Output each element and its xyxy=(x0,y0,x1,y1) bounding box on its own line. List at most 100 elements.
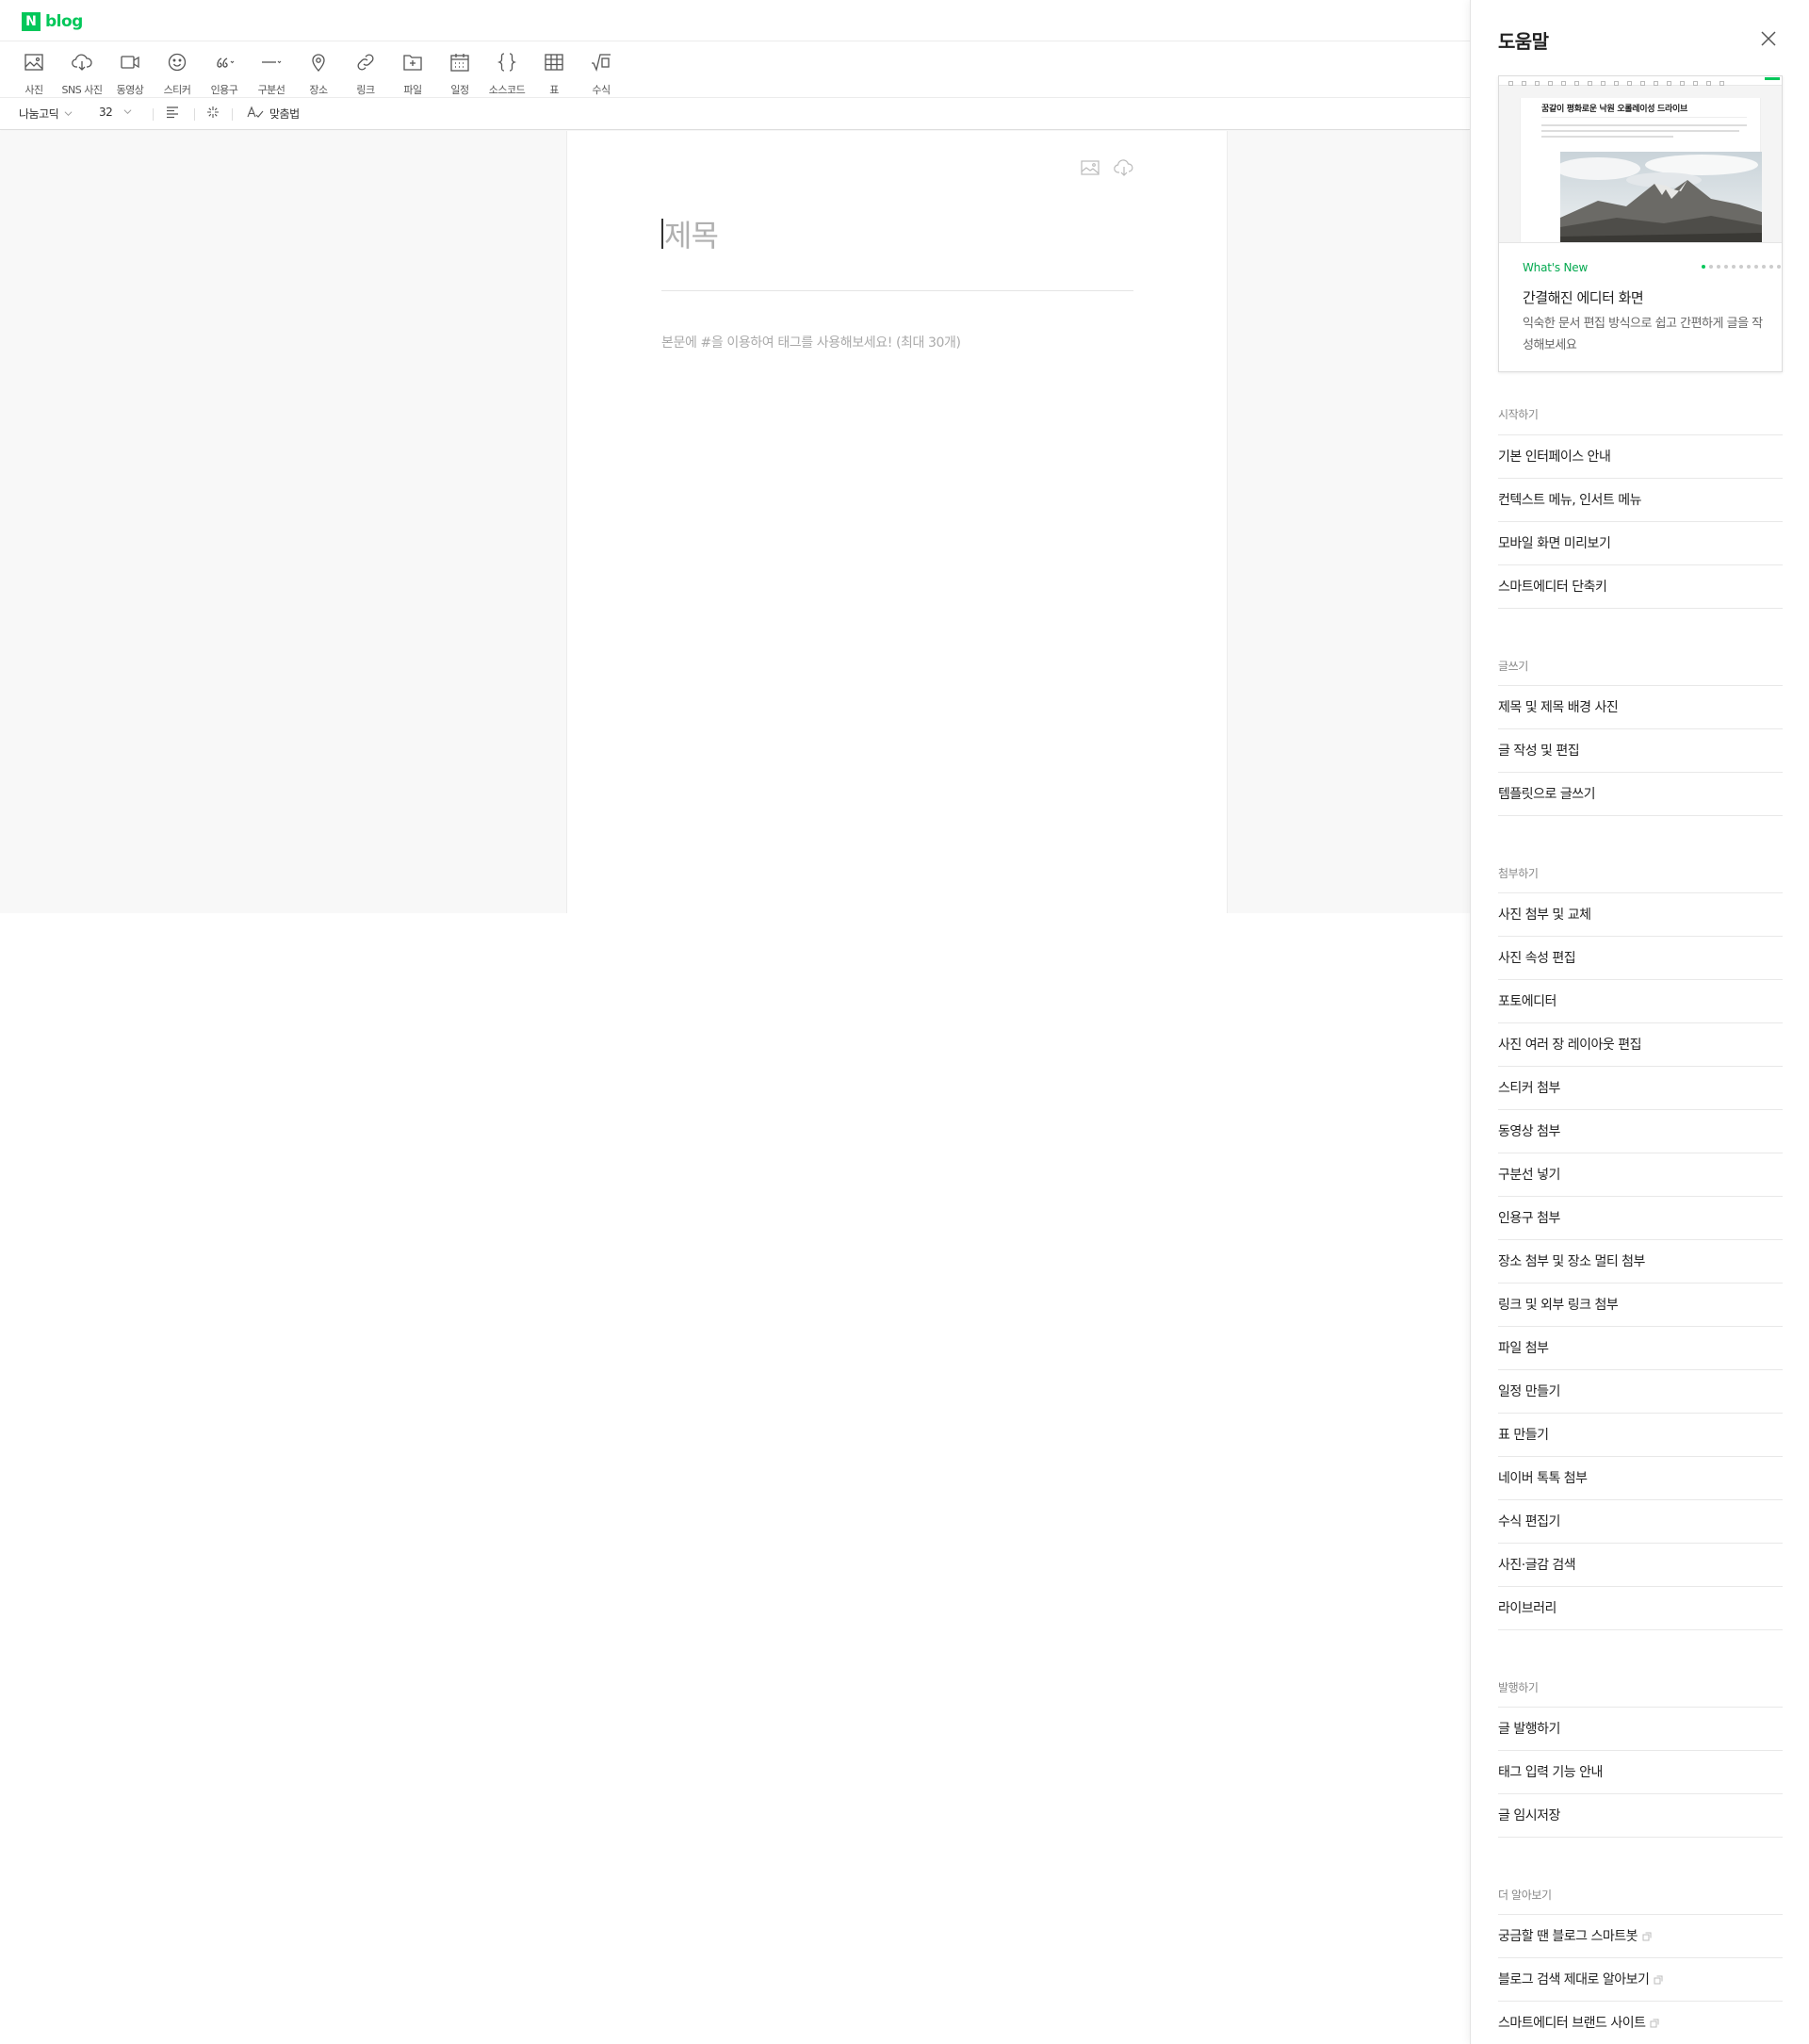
carousel-dot[interactable] xyxy=(1747,265,1751,269)
help-link-label: 링크 및 외부 링크 첨부 xyxy=(1498,1298,1619,1313)
help-link-label: 궁금할 땐 블로그 스마트봇 xyxy=(1498,1929,1638,1944)
help-link[interactable]: 글 임시저장 xyxy=(1498,1794,1783,1838)
toolbar-quote-button[interactable]: 인용구 xyxy=(201,51,248,97)
help-link[interactable]: 스티커 첨부 xyxy=(1498,1067,1783,1110)
title-tools xyxy=(1080,158,1134,181)
cloud-upload-icon[interactable] xyxy=(1114,158,1134,181)
toolbar-sourcecode-button[interactable]: 소스코드 xyxy=(483,51,530,97)
toolbar-label: 표 xyxy=(549,84,559,96)
close-icon[interactable] xyxy=(1758,28,1779,49)
title-input[interactable]: 제목 xyxy=(661,210,1133,291)
help-link[interactable]: 블로그 검색 제대로 알아보기 xyxy=(1498,1958,1783,2002)
help-link[interactable]: 포토에디터 xyxy=(1498,980,1783,1023)
carousel-dot[interactable] xyxy=(1739,265,1743,269)
help-link[interactable]: 컨텍스트 메뉴, 인서트 메뉴 xyxy=(1498,479,1783,522)
carousel-dot[interactable] xyxy=(1709,265,1713,269)
toolbar-label: 사진 xyxy=(24,84,43,96)
help-link[interactable]: 기본 인터페이스 안내 xyxy=(1498,435,1783,479)
preview-tool-icons xyxy=(1508,81,1744,94)
toolbar-photo-button[interactable]: 사진 xyxy=(10,51,57,97)
help-link[interactable]: 스마트에디터 단축키 xyxy=(1498,565,1783,609)
toolbar-sns-photo-button[interactable]: SNS 사진 xyxy=(58,51,106,97)
body-placeholder[interactable]: 본문에 #을 이용하여 태그를 사용해보세요! (최대 30개) xyxy=(661,333,961,352)
format-toolbar: 나눔고딕 32 맞춤법 xyxy=(0,98,1470,130)
help-link[interactable]: 사진 첨부 및 교체 xyxy=(1498,893,1783,937)
chevron-down-icon xyxy=(64,107,73,121)
help-link[interactable]: 파일 첨부 xyxy=(1498,1327,1783,1370)
help-link-label: 수식 편집기 xyxy=(1498,1514,1560,1529)
external-link-icon xyxy=(1654,1959,1663,1985)
help-link[interactable]: 네이버 톡톡 첨부 xyxy=(1498,1457,1783,1500)
help-link-label: 구분선 넣기 xyxy=(1498,1168,1560,1183)
help-link-label: 글 발행하기 xyxy=(1498,1722,1560,1737)
carousel-dot[interactable] xyxy=(1724,265,1728,269)
toolbar-schedule-button[interactable]: 일정 xyxy=(436,51,483,97)
folder-plus-icon xyxy=(401,51,424,77)
carousel-dot[interactable] xyxy=(1769,265,1773,269)
help-link[interactable]: 일정 만들기 xyxy=(1498,1370,1783,1414)
toolbar-label: 스티커 xyxy=(163,84,191,96)
help-link[interactable]: 동영상 첨부 xyxy=(1498,1110,1783,1153)
carousel-dot[interactable] xyxy=(1762,265,1766,269)
font-size-select[interactable]: 32 xyxy=(99,106,132,119)
help-link[interactable]: 라이브러리 xyxy=(1498,1587,1783,1630)
spellcheck-button[interactable]: 맞춤법 xyxy=(247,106,300,122)
toolbar-place-button[interactable]: 장소 xyxy=(295,51,342,97)
help-link-label: 네이버 톡톡 첨부 xyxy=(1498,1471,1588,1486)
toolbar-link-button[interactable]: 링크 xyxy=(342,51,389,97)
help-link[interactable]: 사진 속성 편집 xyxy=(1498,937,1783,980)
blog-logo[interactable]: N blog xyxy=(22,12,83,31)
carousel-dot[interactable] xyxy=(1717,265,1720,269)
toolbar-video-button[interactable]: 동영상 xyxy=(106,51,154,97)
help-link[interactable]: 궁금할 땐 블로그 스마트봇 xyxy=(1498,1915,1783,1958)
help-link[interactable]: 태그 입력 기능 안내 xyxy=(1498,1751,1783,1794)
help-link[interactable]: 사진 여러 장 레이아웃 편집 xyxy=(1498,1023,1783,1067)
help-link[interactable]: 스마트에디터 브랜드 사이트 xyxy=(1498,2002,1783,2044)
help-link[interactable]: 구분선 넣기 xyxy=(1498,1153,1783,1197)
carousel-dot[interactable] xyxy=(1702,265,1705,269)
help-link[interactable]: 수식 편집기 xyxy=(1498,1500,1783,1544)
preview-page: 꿈같이 평화로운 낙원 오롤레이성 드라이브 xyxy=(1520,98,1762,242)
carousel-dot[interactable] xyxy=(1732,265,1736,269)
divider xyxy=(232,108,233,121)
help-link-label: 장소 첨부 및 장소 멀티 첨부 xyxy=(1498,1254,1645,1269)
help-link-label: 모바일 화면 미리보기 xyxy=(1498,536,1611,551)
spellcheck-icon xyxy=(247,106,264,122)
toolbar-label: 인용구 xyxy=(210,84,238,96)
help-link[interactable]: 글 발행하기 xyxy=(1498,1708,1783,1751)
text-caret xyxy=(661,219,663,249)
help-link-label: 제목 및 제목 배경 사진 xyxy=(1498,700,1619,715)
whats-new-card[interactable]: 꿈같이 평화로운 낙원 오롤레이성 드라이브 What's New 간결해진 에… xyxy=(1498,75,1783,372)
help-link-label: 컨텍스트 메뉴, 인서트 메뉴 xyxy=(1498,493,1641,508)
carousel-indicator[interactable] xyxy=(1702,265,1781,269)
help-link[interactable]: 사진·글감 검색 xyxy=(1498,1544,1783,1587)
toolbar-sticker-button[interactable]: 스티커 xyxy=(154,51,201,97)
help-link[interactable]: 모바일 화면 미리보기 xyxy=(1498,522,1783,565)
help-link[interactable]: 링크 및 외부 링크 첨부 xyxy=(1498,1284,1783,1327)
toolbar-divider-button[interactable]: 구분선 xyxy=(248,51,295,97)
title-bg-image-icon[interactable] xyxy=(1080,158,1100,181)
preview-accent xyxy=(1765,77,1780,80)
whats-new-description: 익숙한 문서 편집 방식으로 쉽고 간편하게 글을 작성해보세요 xyxy=(1523,317,1763,352)
help-link[interactable]: 글 작성 및 편집 xyxy=(1498,729,1783,773)
special-char-button[interactable] xyxy=(206,106,220,122)
align-button[interactable] xyxy=(166,106,179,122)
toolbar-formula-button[interactable]: 수식 xyxy=(578,51,625,97)
toolbar-label: 장소 xyxy=(309,84,328,96)
help-link-label: 사진 여러 장 레이아웃 편집 xyxy=(1498,1038,1641,1053)
toolbar-file-button[interactable]: 파일 xyxy=(389,51,436,97)
table-grid-icon xyxy=(543,51,565,77)
help-link[interactable]: 제목 및 제목 배경 사진 xyxy=(1498,686,1783,729)
preview-post-title: 꿈같이 평화로운 낙원 오롤레이성 드라이브 xyxy=(1541,105,1687,114)
carousel-dot[interactable] xyxy=(1754,265,1758,269)
font-family-select[interactable]: 나눔고딕 xyxy=(19,106,73,122)
carousel-dot[interactable] xyxy=(1777,265,1781,269)
help-link[interactable]: 인용구 첨부 xyxy=(1498,1197,1783,1240)
help-link[interactable]: 템플릿으로 글쓰기 xyxy=(1498,773,1783,816)
help-link[interactable]: 장소 첨부 및 장소 멀티 첨부 xyxy=(1498,1240,1783,1284)
toolbar-table-button[interactable]: 표 xyxy=(530,51,578,97)
help-link[interactable]: 표 만들기 xyxy=(1498,1414,1783,1457)
cloud-download-icon xyxy=(71,51,93,77)
